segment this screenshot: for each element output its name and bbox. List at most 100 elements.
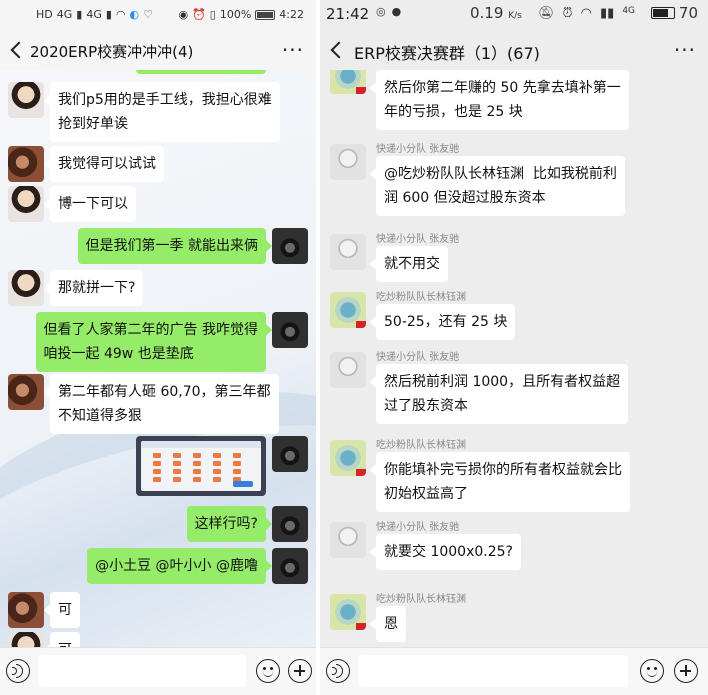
message-bubble[interactable]: 可 — [44, 592, 80, 628]
flag-icon — [356, 321, 366, 328]
network-type: 4G — [622, 6, 636, 16]
thumbnail-cell — [193, 461, 201, 466]
sender-name: 快递小分队 张友驰 — [376, 352, 460, 363]
sender-name: 吃炒粉队队长林钰渊 — [376, 440, 466, 451]
emoji-icon[interactable] — [256, 659, 280, 683]
message-bubble[interactable]: 然后税前利润 1000，且所有者权益超 过了股东资本 — [369, 364, 629, 424]
left-chat-screen: HD 4G ▮ 4G ▮ ◠ ◐ ♡ ◉ ⏰ ▯ 100% 4:22 2020E… — [0, 0, 316, 695]
status-bar: HD 4G ▮ 4G ▮ ◠ ◐ ♡ ◉ ⏰ ▯ 100% 4:22 — [0, 0, 316, 32]
thumbnail-button — [233, 481, 253, 487]
my-avatar[interactable] — [272, 228, 308, 264]
more-plus-icon[interactable] — [674, 659, 698, 683]
voice-input-icon[interactable] — [326, 659, 350, 683]
member-avatar[interactable] — [8, 374, 44, 410]
clock-time: 4:22 — [279, 8, 304, 21]
message-bubble[interactable]: 你能填补完亏损你的所有者权益就会比 初始权益高了 — [370, 452, 630, 512]
chat-header: 2020ERP校赛冲冲冲(4) ··· — [0, 32, 316, 70]
image-thumbnail — [141, 441, 261, 491]
thumbnail-cell — [233, 461, 241, 466]
message-bubble[interactable]: 我觉得可以试试 — [44, 146, 164, 182]
alarm-icon: ⏰ — [192, 8, 206, 21]
back-arrow-icon[interactable] — [8, 41, 26, 59]
thumbnail-cell — [213, 453, 221, 458]
message-bubble[interactable]: 就要交 1000x0.25? — [370, 534, 521, 570]
message-list[interactable]: 我们p5用的是手工线，我担心很难 抢到好单诶我觉得可以试试 博一下可以但是我们第一… — [0, 70, 316, 647]
alarm-icon: ⏰︎ — [562, 6, 573, 21]
thumbnail-cell — [193, 453, 201, 458]
signal-icon: ▮ — [105, 8, 112, 21]
member-avatar[interactable] — [8, 270, 44, 306]
flag-icon — [356, 87, 366, 94]
thumbnail-cell — [153, 469, 161, 474]
member-avatar[interactable] — [8, 186, 44, 222]
member-avatar[interactable] — [330, 144, 366, 180]
my-avatar[interactable] — [272, 506, 308, 542]
status-right-group: ◉ ⏰ ▯ 100% 4:22 — [178, 9, 304, 21]
member-avatar[interactable] — [330, 440, 366, 476]
thumbnail-cell — [193, 477, 201, 482]
message-input[interactable] — [38, 655, 246, 687]
message-bubble[interactable]: 50-25，还有 25 块 — [369, 304, 516, 340]
message-icon: ● — [391, 5, 402, 18]
hd-badge: HD — [36, 8, 53, 21]
member-avatar[interactable] — [330, 522, 366, 558]
thumbnail-cell — [173, 477, 181, 482]
message-bubble[interactable]: 我们p5用的是手工线，我担心很难 抢到好单诶 — [44, 82, 280, 142]
member-avatar[interactable] — [330, 594, 366, 630]
thumbnail-cell — [193, 469, 201, 474]
message-bubble[interactable]: 然后你第二年赚的 50 先拿去填补第一 年的亏损，也是 25 块 — [370, 70, 629, 130]
flag-icon — [356, 469, 366, 476]
chrome-icon: ◎ — [376, 5, 386, 18]
image-message[interactable] — [136, 436, 266, 496]
thumbnail-cell — [213, 477, 221, 482]
flag-icon — [356, 623, 366, 630]
sender-name: 快递小分队 张友驰 — [376, 234, 460, 245]
message-bubble[interactable]: 博一下可以 — [44, 186, 136, 222]
more-options-icon[interactable]: ··· — [282, 38, 304, 62]
message-bubble — [136, 70, 266, 74]
message-input[interactable] — [358, 655, 628, 687]
vibrate-icon: ▯ — [209, 8, 216, 21]
my-avatar[interactable] — [272, 436, 308, 472]
emoji-icon[interactable] — [640, 659, 664, 683]
message-list[interactable]: 吃炒粉队队长林钰渊 然后你第二年赚的 50 先拿去填补第一 年的亏损，也是 25 … — [320, 70, 708, 647]
member-avatar[interactable] — [8, 146, 44, 182]
member-avatar[interactable] — [330, 70, 366, 94]
thumbnail-cell — [213, 469, 221, 474]
message-bubble[interactable]: 但看了人家第二年的广告 我咋觉得 咱投一起 49w 也是垫底 — [35, 312, 273, 372]
sender-name: 吃炒粉队队长林钰渊 — [376, 594, 466, 605]
my-avatar[interactable] — [272, 312, 308, 348]
my-avatar[interactable] — [272, 548, 308, 584]
member-avatar[interactable] — [330, 352, 366, 388]
sender-name: 快递小分队 张友驰 — [376, 144, 460, 155]
status-left-group: HD 4G ▮ 4G ▮ ◠ ◐ ♡ — [36, 9, 153, 21]
message-bubble[interactable]: 恩 — [370, 606, 406, 642]
message-bubble[interactable]: @小土豆 @叶小小 @鹿噜 — [87, 548, 272, 584]
member-avatar[interactable] — [8, 632, 44, 647]
more-options-icon[interactable]: ··· — [674, 38, 696, 62]
thumbnail-cell — [153, 453, 161, 458]
voice-input-icon[interactable] — [6, 659, 30, 683]
message-bubble[interactable]: 第二年都有人砸 60,70，第三年都 不知道得多狠 — [44, 374, 279, 434]
message-bubble[interactable]: 这样行吗? — [186, 506, 273, 542]
message-bubble[interactable]: 那就拼一下? — [43, 270, 144, 306]
right-chat-screen: 21:42 ◎ ● 0.19 K/s 🔕︎ ⏰︎ ◠ ▮▮ 4G 70 ERP校… — [320, 0, 708, 695]
member-avatar[interactable] — [330, 292, 366, 328]
thumbnail-cell — [173, 469, 181, 474]
message-bubble[interactable]: 可 — [44, 632, 80, 647]
message-bubble[interactable]: @吃炒粉队队长林钰渊 比如我税前利 润 600 但没超过股东资本 — [370, 156, 625, 216]
mute-icon: 🔕︎ — [538, 6, 555, 21]
back-arrow-icon[interactable] — [328, 41, 346, 59]
message-bubble[interactable]: 就不用交 — [370, 246, 448, 282]
thumbnail-cell — [153, 477, 161, 482]
battery-group: 70 — [650, 4, 698, 22]
member-avatar[interactable] — [330, 234, 366, 270]
eye-icon: ◉ — [178, 8, 189, 21]
signal-b-label: 4G — [86, 8, 102, 21]
message-bubble[interactable]: 但是我们第一季 就能出来俩 — [77, 228, 273, 264]
more-plus-icon[interactable] — [288, 659, 312, 683]
battery-icon — [650, 7, 675, 19]
wifi-icon: ◠ — [580, 6, 592, 21]
member-avatar[interactable] — [8, 592, 44, 628]
member-avatar[interactable] — [8, 82, 44, 118]
